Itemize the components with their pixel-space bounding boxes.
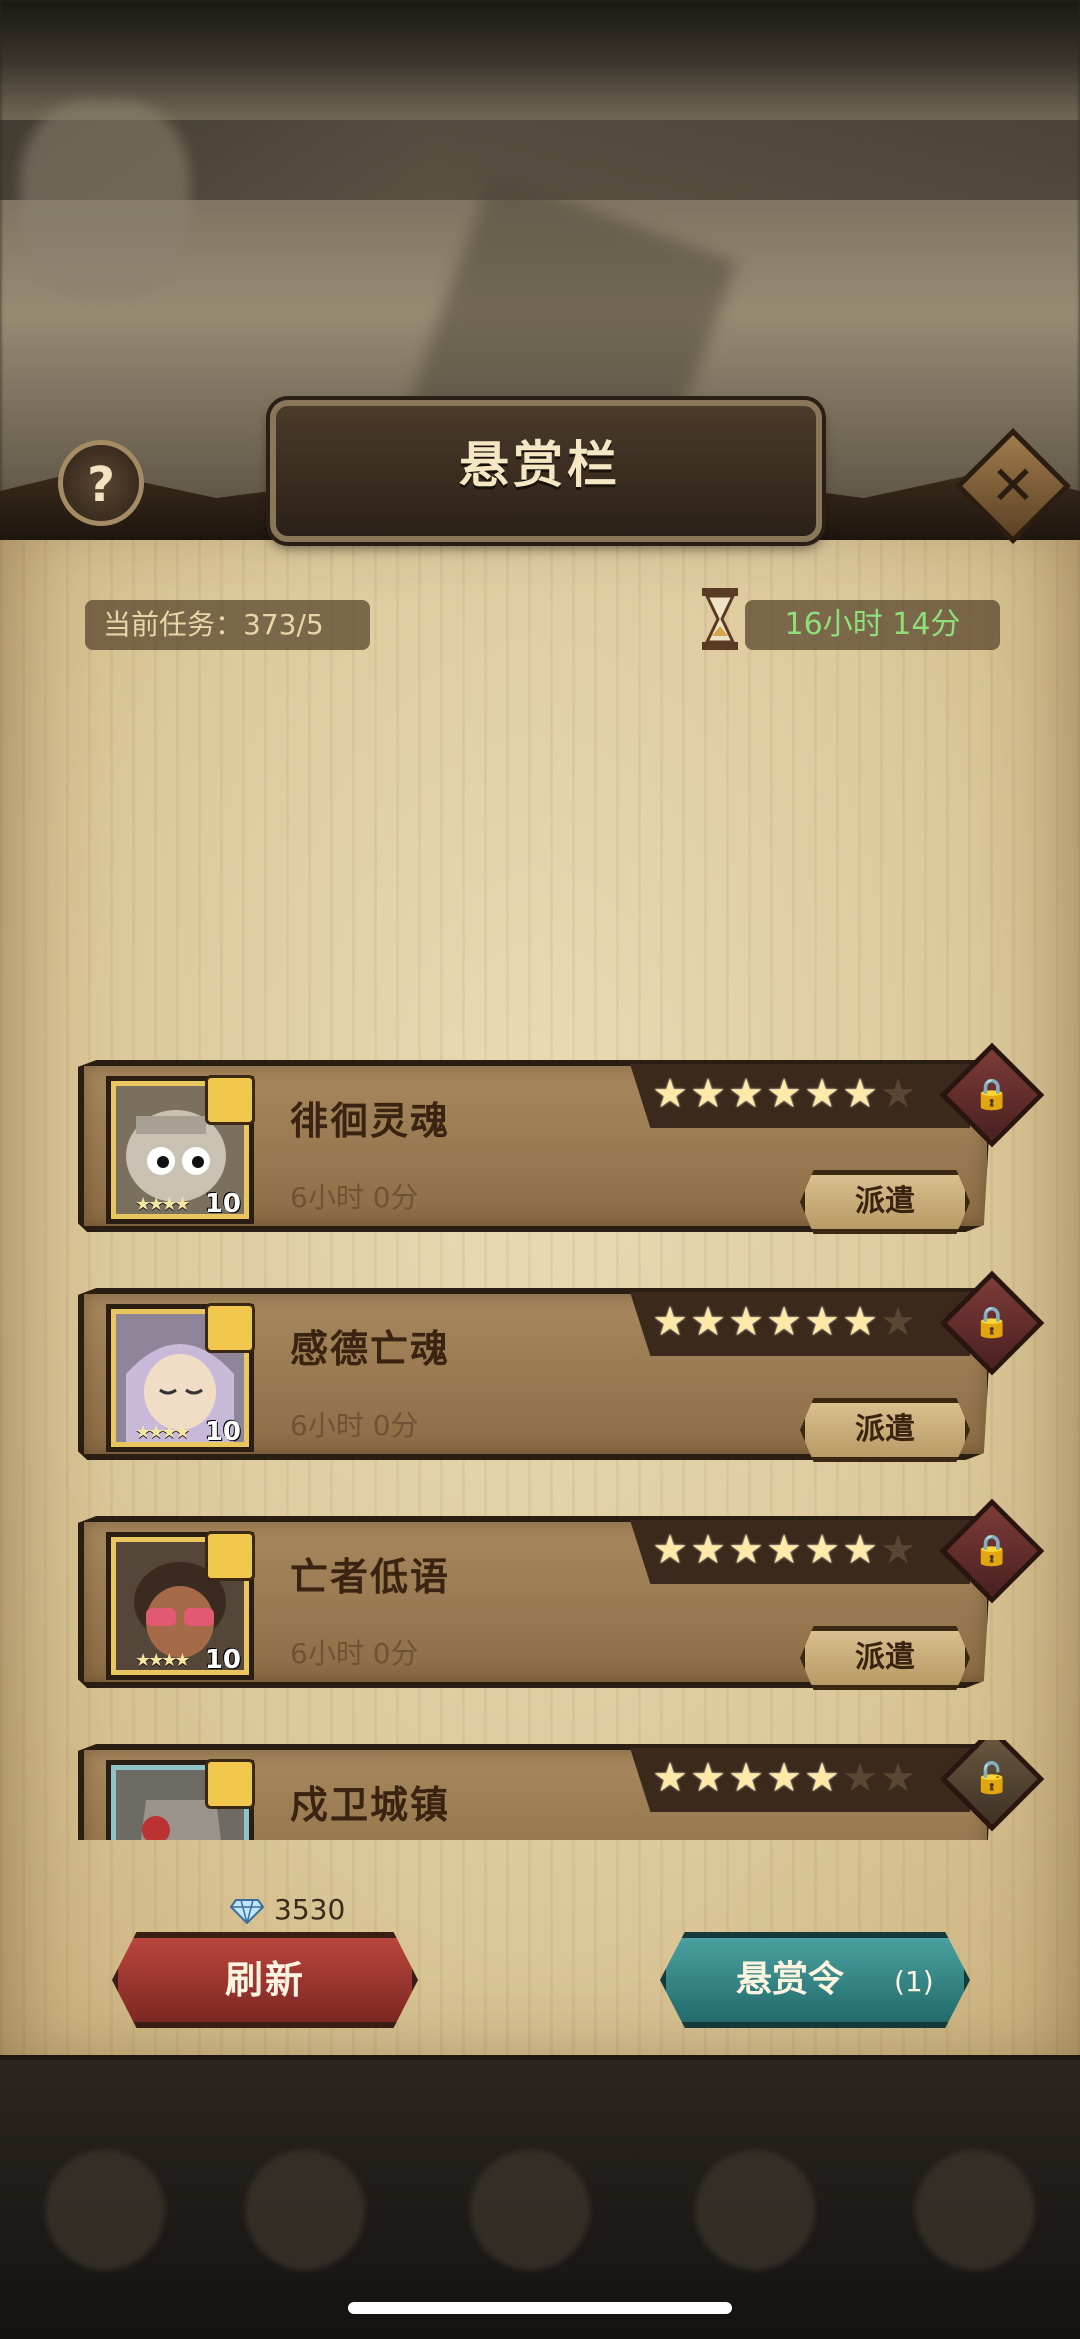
star-icon: ★ xyxy=(766,1299,802,1345)
difficulty-stars: ★ ★ ★ ★ ★ ★ ★ xyxy=(630,1520,970,1584)
page-title: 悬赏栏 xyxy=(459,436,621,494)
bounty-name: 亡者低语 xyxy=(290,1555,451,1599)
star-icon: ★ xyxy=(804,1071,840,1117)
star-icon: ★ xyxy=(842,1755,878,1801)
hero-level: 10 xyxy=(204,1189,241,1219)
unlock-icon: 🔓 xyxy=(973,1761,1011,1796)
star-icon: ★ xyxy=(842,1071,878,1117)
difficulty-stars: ★ ★ ★ ★ ★ ★ ★ xyxy=(630,1292,970,1356)
bounty-name: 戍卫城镇 xyxy=(290,1783,451,1827)
current-tasks-value: 373/5 xyxy=(243,608,324,641)
hero-level: 10 xyxy=(204,1417,241,1447)
star-icon: ★ xyxy=(652,1755,688,1801)
star-icon: ★ xyxy=(766,1755,802,1801)
star-icon: ★ xyxy=(880,1299,916,1345)
nav-item[interactable] xyxy=(470,2150,590,2270)
hero-level: 10 xyxy=(204,1645,241,1675)
bounty-order-button[interactable]: 悬赏令 (1) xyxy=(660,1932,970,2028)
lock-icon: 🔒 xyxy=(973,1305,1011,1340)
current-tasks: 当前任务：373/5 xyxy=(85,600,370,650)
dispatch-button[interactable]: 派遣 xyxy=(800,1626,970,1690)
close-x-icon: ✕ xyxy=(990,454,1036,517)
hero-star-rating: ★★★★ xyxy=(135,1422,191,1443)
star-icon: ★ xyxy=(652,1527,688,1573)
star-icon: ★ xyxy=(766,1071,802,1117)
difficulty-stars: ★ ★ ★ ★ ★ ★ ★ xyxy=(630,1064,970,1128)
bounty-order-label: 悬赏令 xyxy=(736,1959,845,2000)
star-icon: ★ xyxy=(690,1527,726,1573)
star-icon: ★ xyxy=(728,1527,764,1573)
star-icon: ★ xyxy=(804,1299,840,1345)
current-tasks-label: 当前任务： xyxy=(103,608,244,641)
help-button[interactable]: ? xyxy=(58,440,144,526)
difficulty-stars: ★ ★ ★ ★ ★ ★ ★ xyxy=(630,1748,970,1812)
background-character xyxy=(20,100,190,300)
puzzle-piece-icon xyxy=(205,1531,255,1581)
nav-item[interactable] xyxy=(695,2150,815,2270)
nav-item[interactable] xyxy=(45,2150,165,2270)
bounty-name: 感德亡魂 xyxy=(290,1327,451,1371)
star-icon: ★ xyxy=(880,1527,916,1573)
lock-icon: 🔒 xyxy=(973,1077,1011,1112)
star-icon: ★ xyxy=(804,1527,840,1573)
hero-portrait[interactable]: ★★★★ 10 xyxy=(106,1075,255,1224)
refresh-button[interactable]: 刷新 xyxy=(112,1932,418,2028)
puzzle-piece-icon xyxy=(205,1303,255,1353)
hourglass-icon xyxy=(702,588,738,650)
bounty-name: 徘徊灵魂 xyxy=(290,1099,451,1143)
diamond-icon xyxy=(230,1899,264,1924)
home-indicator[interactable] xyxy=(348,2302,732,2314)
bounty-duration: 6小时 0分 xyxy=(290,1409,419,1442)
star-icon: ★ xyxy=(728,1071,764,1117)
star-icon: ★ xyxy=(728,1299,764,1345)
bounty-card-clip: ★ ★ ★ ★ ★ ★ ★ 🔓 戍卫城镇 xyxy=(0,1740,1080,1840)
dispatch-button[interactable]: 派遣 xyxy=(800,1398,970,1462)
star-icon: ★ xyxy=(880,1755,916,1801)
dispatch-button[interactable]: 派遣 xyxy=(800,1170,970,1234)
hero-portrait[interactable]: ★★★★ 10 xyxy=(106,1303,255,1452)
puzzle-piece-icon xyxy=(205,1075,255,1125)
puzzle-piece-icon xyxy=(205,1759,255,1809)
nav-item[interactable] xyxy=(915,2150,1035,2270)
hero-star-rating: ★★★★ xyxy=(135,1194,191,1215)
star-icon: ★ xyxy=(842,1527,878,1573)
star-icon: ★ xyxy=(652,1299,688,1345)
star-icon: ★ xyxy=(728,1755,764,1801)
star-icon: ★ xyxy=(880,1071,916,1117)
star-icon: ★ xyxy=(804,1755,840,1801)
gem-balance: 3530 xyxy=(230,1890,345,1930)
nav-item[interactable] xyxy=(245,2150,365,2270)
refresh-timer: 16小时 14分 xyxy=(745,600,1000,650)
bounty-order-count: (1) xyxy=(894,1965,934,1998)
star-icon: ★ xyxy=(690,1755,726,1801)
star-icon: ★ xyxy=(690,1299,726,1345)
gem-count: 3530 xyxy=(274,1893,346,1926)
star-icon: ★ xyxy=(766,1527,802,1573)
star-icon: ★ xyxy=(690,1071,726,1117)
hero-portrait[interactable]: ★★★★ 10 xyxy=(106,1531,255,1680)
hero-portrait[interactable] xyxy=(106,1759,255,1840)
star-icon: ★ xyxy=(842,1299,878,1345)
bounty-duration: 6小时 0分 xyxy=(290,1181,419,1214)
question-mark-icon: ? xyxy=(87,457,115,513)
hero-star-rating: ★★★★ xyxy=(135,1650,191,1671)
star-icon: ★ xyxy=(652,1071,688,1117)
lock-icon: 🔒 xyxy=(973,1533,1011,1568)
bounty-duration: 6小时 0分 xyxy=(290,1637,419,1670)
